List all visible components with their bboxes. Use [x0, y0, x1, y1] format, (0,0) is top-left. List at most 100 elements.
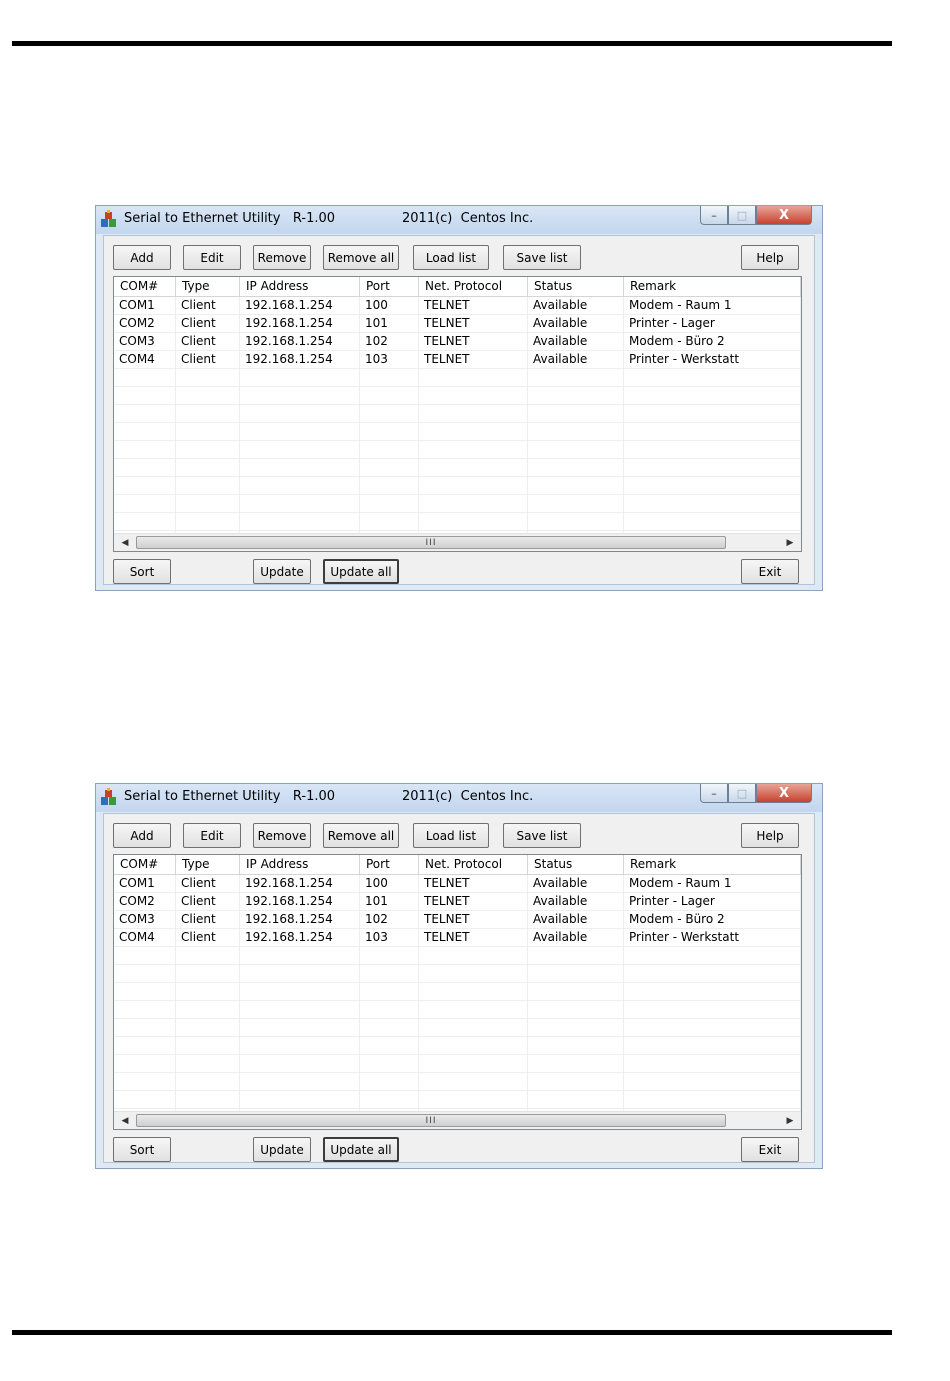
app-window: Serial to Ethernet Utility R-1.00 2011(c… [95, 205, 823, 591]
port-list[interactable]: COM# Type IP Address Port Net. Protocol … [113, 276, 802, 552]
exit-button[interactable]: Exit [741, 559, 799, 584]
save-list-button[interactable]: Save list [503, 245, 581, 270]
column-header[interactable]: Port [360, 277, 419, 296]
cell-ip: 192.168.1.254 [240, 333, 360, 350]
scroll-thumb[interactable]: III [136, 536, 726, 549]
edit-button[interactable]: Edit [183, 823, 241, 848]
column-header[interactable]: Port [360, 855, 419, 874]
cell-com: COM2 [114, 893, 176, 910]
list-header: COM# Type IP Address Port Net. Protocol … [114, 855, 801, 875]
remove-button[interactable]: Remove [253, 823, 311, 848]
cell-type: Client [176, 315, 240, 332]
horizontal-scrollbar[interactable]: ◀ III ▶ [114, 1111, 801, 1129]
column-header[interactable]: Net. Protocol [419, 277, 528, 296]
close-button[interactable]: X [756, 784, 812, 803]
cell-ip: 192.168.1.254 [240, 929, 360, 946]
table-row[interactable]: COM2 Client 192.168.1.254 101 TELNET Ava… [114, 893, 801, 911]
window-title: Serial to Ethernet Utility R-1.00 [124, 789, 336, 804]
table-row[interactable]: COM4 Client 192.168.1.254 103 TELNET Ava… [114, 929, 801, 947]
horizontal-scrollbar[interactable]: ◀ III ▶ [114, 533, 801, 551]
cell-com: COM1 [114, 297, 176, 314]
cell-status: Available [528, 929, 624, 946]
scroll-thumb[interactable]: III [136, 1114, 726, 1127]
cell-status: Available [528, 297, 624, 314]
column-header[interactable]: COM# [114, 277, 176, 296]
cell-protocol: TELNET [419, 297, 528, 314]
add-button[interactable]: Add [113, 245, 171, 270]
cell-ip: 192.168.1.254 [240, 875, 360, 892]
cell-ip: 192.168.1.254 [240, 893, 360, 910]
table-row[interactable]: COM1 Client 192.168.1.254 100 TELNET Ava… [114, 297, 801, 315]
cell-status: Available [528, 875, 624, 892]
cell-port: 103 [360, 929, 419, 946]
table-row[interactable]: COM3 Client 192.168.1.254 102 TELNET Ava… [114, 911, 801, 929]
client-area: Add Edit Remove Remove all Load list Sav… [103, 235, 815, 585]
save-list-button[interactable]: Save list [503, 823, 581, 848]
column-header[interactable]: Type [176, 277, 240, 296]
cell-status: Available [528, 911, 624, 928]
column-header[interactable]: Type [176, 855, 240, 874]
list-body: COM1 Client 192.168.1.254 100 TELNET Ava… [114, 875, 801, 1127]
column-header[interactable]: Status [528, 855, 624, 874]
remove-all-button[interactable]: Remove all [323, 245, 399, 270]
close-button[interactable]: X [756, 206, 812, 225]
scroll-left-arrow-icon[interactable]: ◀ [116, 1112, 134, 1129]
add-button[interactable]: Add [113, 823, 171, 848]
empty-row [114, 477, 801, 495]
table-row[interactable]: COM4 Client 192.168.1.254 103 TELNET Ava… [114, 351, 801, 369]
remove-all-button[interactable]: Remove all [323, 823, 399, 848]
cell-protocol: TELNET [419, 333, 528, 350]
column-header[interactable]: Remark [624, 277, 801, 296]
port-list[interactable]: COM# Type IP Address Port Net. Protocol … [113, 854, 802, 1130]
sort-button[interactable]: Sort [113, 559, 171, 584]
help-button[interactable]: Help [741, 823, 799, 848]
cell-com: COM4 [114, 929, 176, 946]
update-button[interactable]: Update [253, 559, 311, 584]
cell-type: Client [176, 929, 240, 946]
cell-type: Client [176, 297, 240, 314]
column-header[interactable]: IP Address [240, 277, 360, 296]
window-copyright: 2011(c) Centos Inc. [402, 211, 534, 226]
cell-port: 101 [360, 315, 419, 332]
cell-port: 102 [360, 333, 419, 350]
table-row[interactable]: COM1 Client 192.168.1.254 100 TELNET Ava… [114, 875, 801, 893]
help-button[interactable]: Help [741, 245, 799, 270]
update-button[interactable]: Update [253, 1137, 311, 1162]
cell-protocol: TELNET [419, 929, 528, 946]
load-list-button[interactable]: Load list [413, 823, 489, 848]
empty-row [114, 423, 801, 441]
scroll-left-arrow-icon[interactable]: ◀ [116, 534, 134, 551]
scroll-right-arrow-icon[interactable]: ▶ [781, 534, 799, 551]
table-row[interactable]: COM2 Client 192.168.1.254 101 TELNET Ava… [114, 315, 801, 333]
update-all-button[interactable]: Update all [323, 1137, 399, 1162]
window-title: Serial to Ethernet Utility R-1.00 [124, 211, 336, 226]
load-list-button[interactable]: Load list [413, 245, 489, 270]
remove-button[interactable]: Remove [253, 245, 311, 270]
window-controls: – □ X [700, 784, 812, 804]
exit-button[interactable]: Exit [741, 1137, 799, 1162]
empty-row [114, 459, 801, 477]
cell-port: 103 [360, 351, 419, 368]
maximize-button[interactable]: □ [728, 784, 756, 803]
edit-button[interactable]: Edit [183, 245, 241, 270]
update-all-button[interactable]: Update all [323, 559, 399, 584]
column-header[interactable]: COM# [114, 855, 176, 874]
minimize-button[interactable]: – [700, 206, 728, 225]
column-header[interactable]: Status [528, 277, 624, 296]
sort-button[interactable]: Sort [113, 1137, 171, 1162]
minimize-button[interactable]: – [700, 784, 728, 803]
cell-com: COM1 [114, 875, 176, 892]
table-row[interactable]: COM3 Client 192.168.1.254 102 TELNET Ava… [114, 333, 801, 351]
cell-protocol: TELNET [419, 875, 528, 892]
column-header[interactable]: Net. Protocol [419, 855, 528, 874]
cell-remark: Printer - Lager [624, 893, 801, 910]
column-header[interactable]: IP Address [240, 855, 360, 874]
empty-row [114, 1037, 801, 1055]
column-header[interactable]: Remark [624, 855, 801, 874]
cell-ip: 192.168.1.254 [240, 315, 360, 332]
cell-type: Client [176, 893, 240, 910]
scroll-right-arrow-icon[interactable]: ▶ [781, 1112, 799, 1129]
maximize-button[interactable]: □ [728, 206, 756, 225]
app-window: Serial to Ethernet Utility R-1.00 2011(c… [95, 783, 823, 1169]
cell-type: Client [176, 875, 240, 892]
